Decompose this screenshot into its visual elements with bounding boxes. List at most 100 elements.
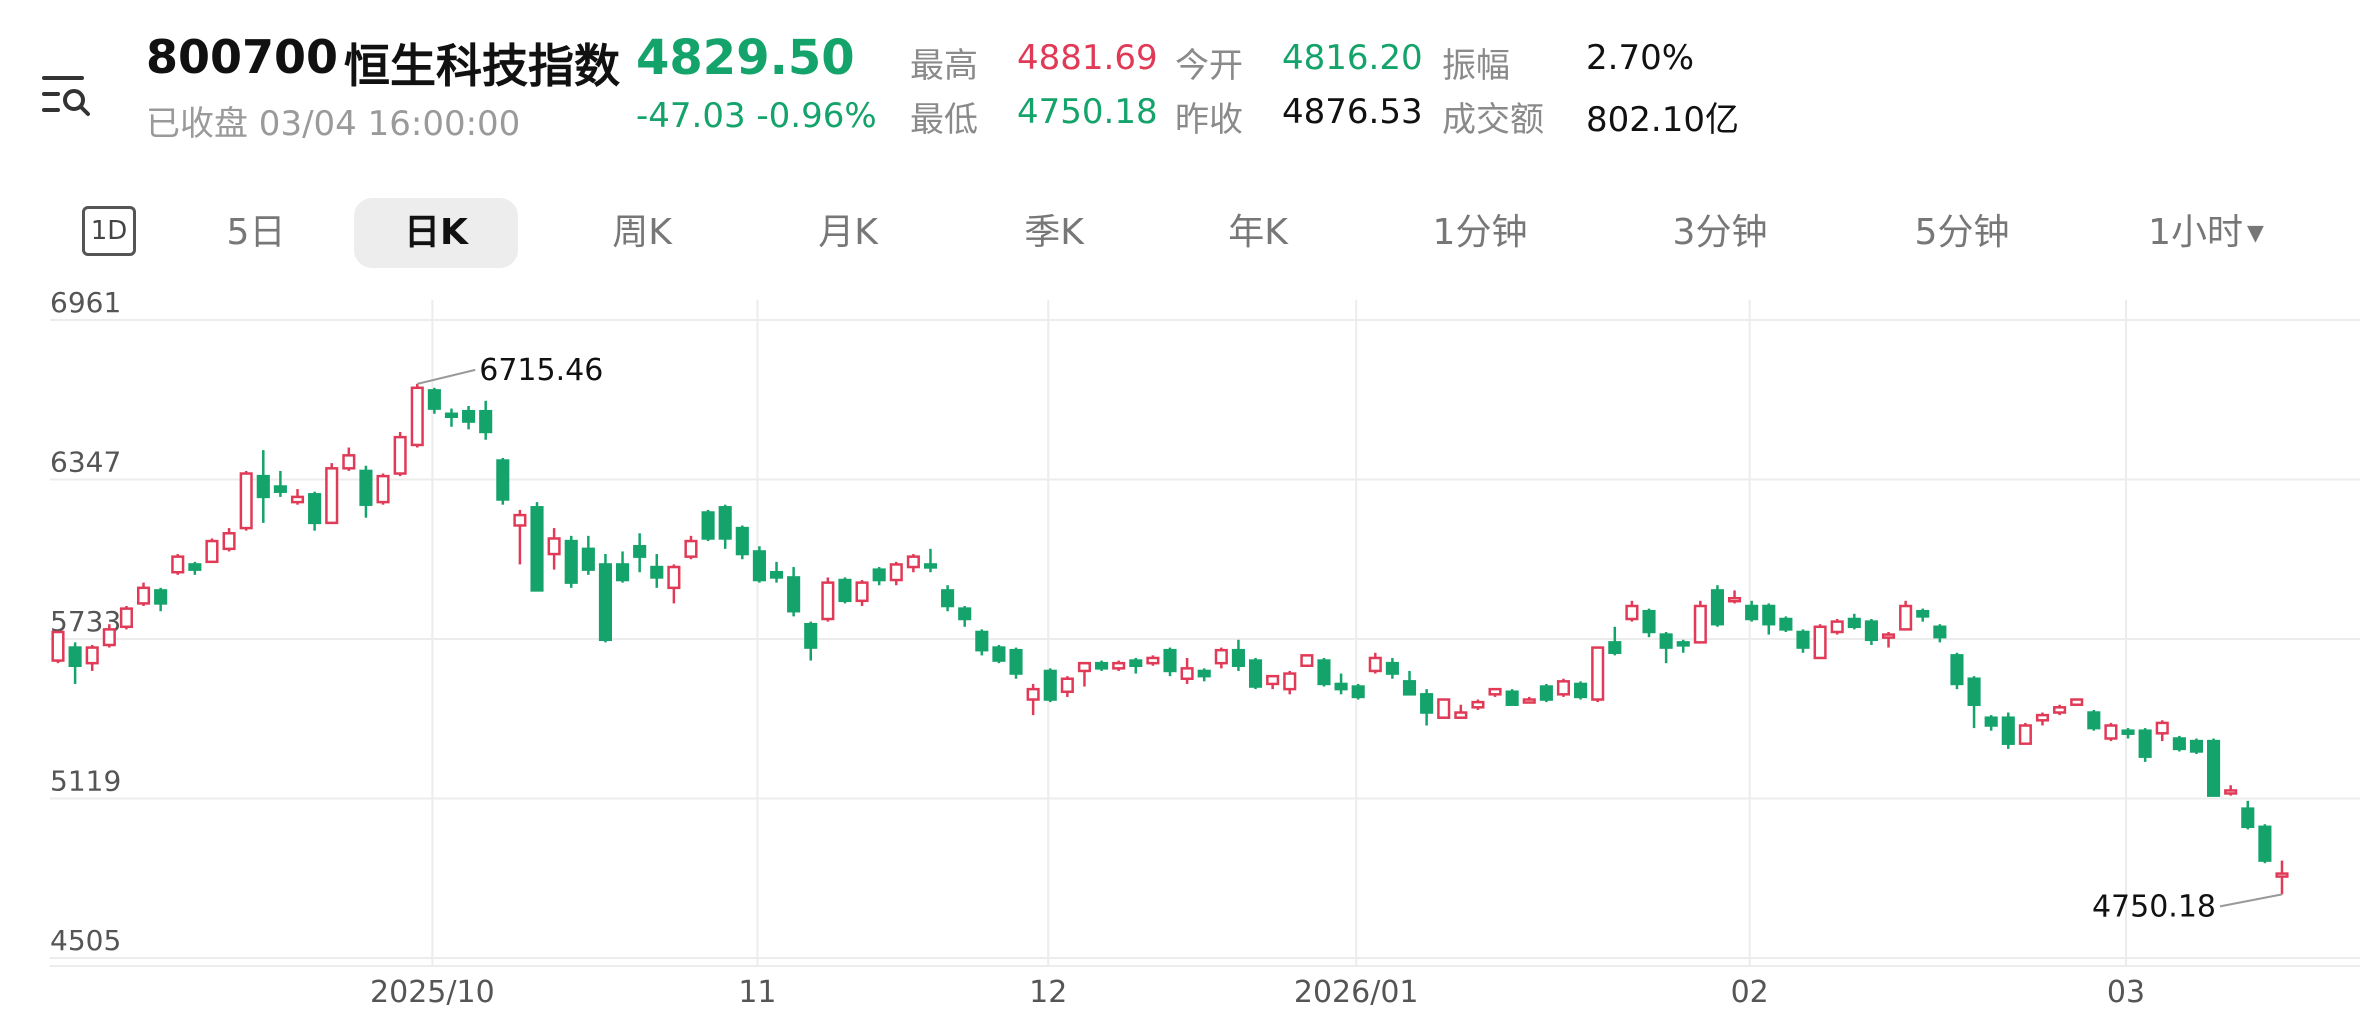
candle-down [188, 563, 202, 571]
candlestick-chart[interactable]: 69616347573351194505 2025/10 11 12 2026/01 0… [0, 290, 2360, 1017]
candle-down [2189, 739, 2204, 753]
candle-down [718, 506, 732, 540]
candle-down [872, 568, 886, 582]
candle-down [1796, 630, 1810, 649]
tab-1min[interactable]: 1分钟 [1408, 198, 1552, 268]
y-tick-label: 6961 [50, 290, 121, 319]
candle-up [547, 537, 561, 556]
candle-down [2121, 729, 2135, 735]
low-value: 4750.18 [1017, 92, 1158, 132]
candle-down [1762, 604, 1776, 626]
candle-down [1745, 604, 1759, 621]
candle-up [889, 563, 903, 582]
candle-down [1231, 648, 1245, 668]
max-leader-line [417, 368, 476, 385]
candle-up [376, 474, 390, 504]
candle-down [2087, 711, 2101, 730]
tab-3min[interactable]: 3分钟 [1648, 198, 1792, 268]
candle-down [787, 576, 801, 613]
candle-down [1351, 685, 1365, 699]
candle-up [290, 495, 305, 504]
candle-up [2070, 698, 2084, 706]
market-status: 已收盘 03/04 16:00:00 [146, 104, 521, 144]
candle-up [1591, 646, 1605, 701]
candle-down [1864, 620, 1878, 642]
current-price: 4829.50 [636, 30, 855, 86]
tab-quarterly-k[interactable]: 季K [992, 198, 1116, 268]
candle-down [1847, 617, 1861, 629]
candle-down [1420, 693, 1434, 714]
candle-down [1095, 661, 1109, 670]
open-value: 4816.20 [1282, 38, 1423, 78]
candle-down [1009, 648, 1023, 675]
candle-down [530, 506, 544, 592]
candle-down [701, 511, 715, 540]
tab-1d-icon[interactable]: 1D [82, 206, 136, 256]
x-tick-label: 12 [1029, 975, 1067, 1010]
tab-1hour[interactable]: 1小时 ▼ [2136, 198, 2276, 268]
candle-down [496, 459, 510, 501]
candle-up [1625, 604, 1639, 621]
candle-up [222, 532, 236, 551]
candle-down [633, 545, 647, 558]
tab-daily-k[interactable]: 日K [354, 198, 518, 268]
candle-up [2053, 706, 2067, 714]
candle-down [1334, 682, 1348, 691]
candle-up [1283, 672, 1297, 691]
candle-down [68, 646, 82, 668]
tab-5day[interactable]: 5日 [196, 198, 316, 268]
candle-down [2138, 729, 2152, 758]
price-change: -47.03 -0.96% [636, 96, 877, 136]
candle-up [342, 454, 356, 470]
menu-search-icon[interactable] [42, 72, 94, 118]
max-price-label: 6715.46 [479, 353, 603, 388]
candle-down [1967, 677, 1981, 706]
candle-down [1642, 609, 1656, 634]
candle-up [1077, 661, 1092, 673]
candle-up [1830, 620, 1844, 634]
candle-up [393, 435, 407, 475]
y-tick-label: 4505 [50, 924, 121, 957]
amplitude-label: 振幅 [1442, 46, 1510, 86]
candle-down [581, 547, 595, 571]
x-tick-label: 02 [1731, 975, 1769, 1010]
candle-down [462, 409, 476, 423]
candle-down [273, 485, 287, 493]
candle-down [1163, 648, 1177, 673]
candle-up [85, 646, 99, 665]
candle-down [1676, 641, 1690, 647]
candle-down [923, 563, 938, 569]
index-name: 恒生科技指数 [344, 39, 620, 93]
candle-down [1505, 690, 1519, 706]
candle-up [1556, 680, 1571, 696]
candle-down [838, 578, 852, 603]
candle-down [941, 589, 955, 608]
candle-up [855, 581, 869, 603]
tab-weekly-k[interactable]: 周K [580, 198, 704, 268]
candle-up [1214, 648, 1228, 665]
candle-up [1813, 625, 1827, 660]
candle-down [992, 646, 1006, 662]
candle-up [821, 581, 835, 621]
prev-close-value: 4876.53 [1282, 92, 1423, 132]
tab-5min[interactable]: 5分钟 [1890, 198, 2034, 268]
candle-up [2018, 724, 2032, 745]
candle-up [684, 539, 698, 558]
candle-up [1728, 596, 1742, 603]
x-tick-label: 11 [738, 975, 776, 1010]
candle-down [359, 469, 373, 506]
candle-down [1574, 682, 1588, 699]
candle-down [427, 389, 441, 410]
tab-monthly-k[interactable]: 月K [786, 198, 910, 268]
candle-up [2104, 724, 2118, 740]
candle-up [1471, 700, 1485, 709]
candle-up [667, 565, 681, 590]
candle-down [769, 570, 784, 579]
candle-down [1248, 659, 1263, 688]
x-tick-label: 2026/01 [1294, 975, 1419, 1010]
candle-down [2172, 737, 2186, 751]
caret-down-icon: ▼ [2246, 221, 2264, 246]
tab-yearly-k[interactable]: 年K [1196, 198, 1320, 268]
y-tick-label: 6347 [50, 446, 121, 479]
candle-down [752, 550, 766, 582]
